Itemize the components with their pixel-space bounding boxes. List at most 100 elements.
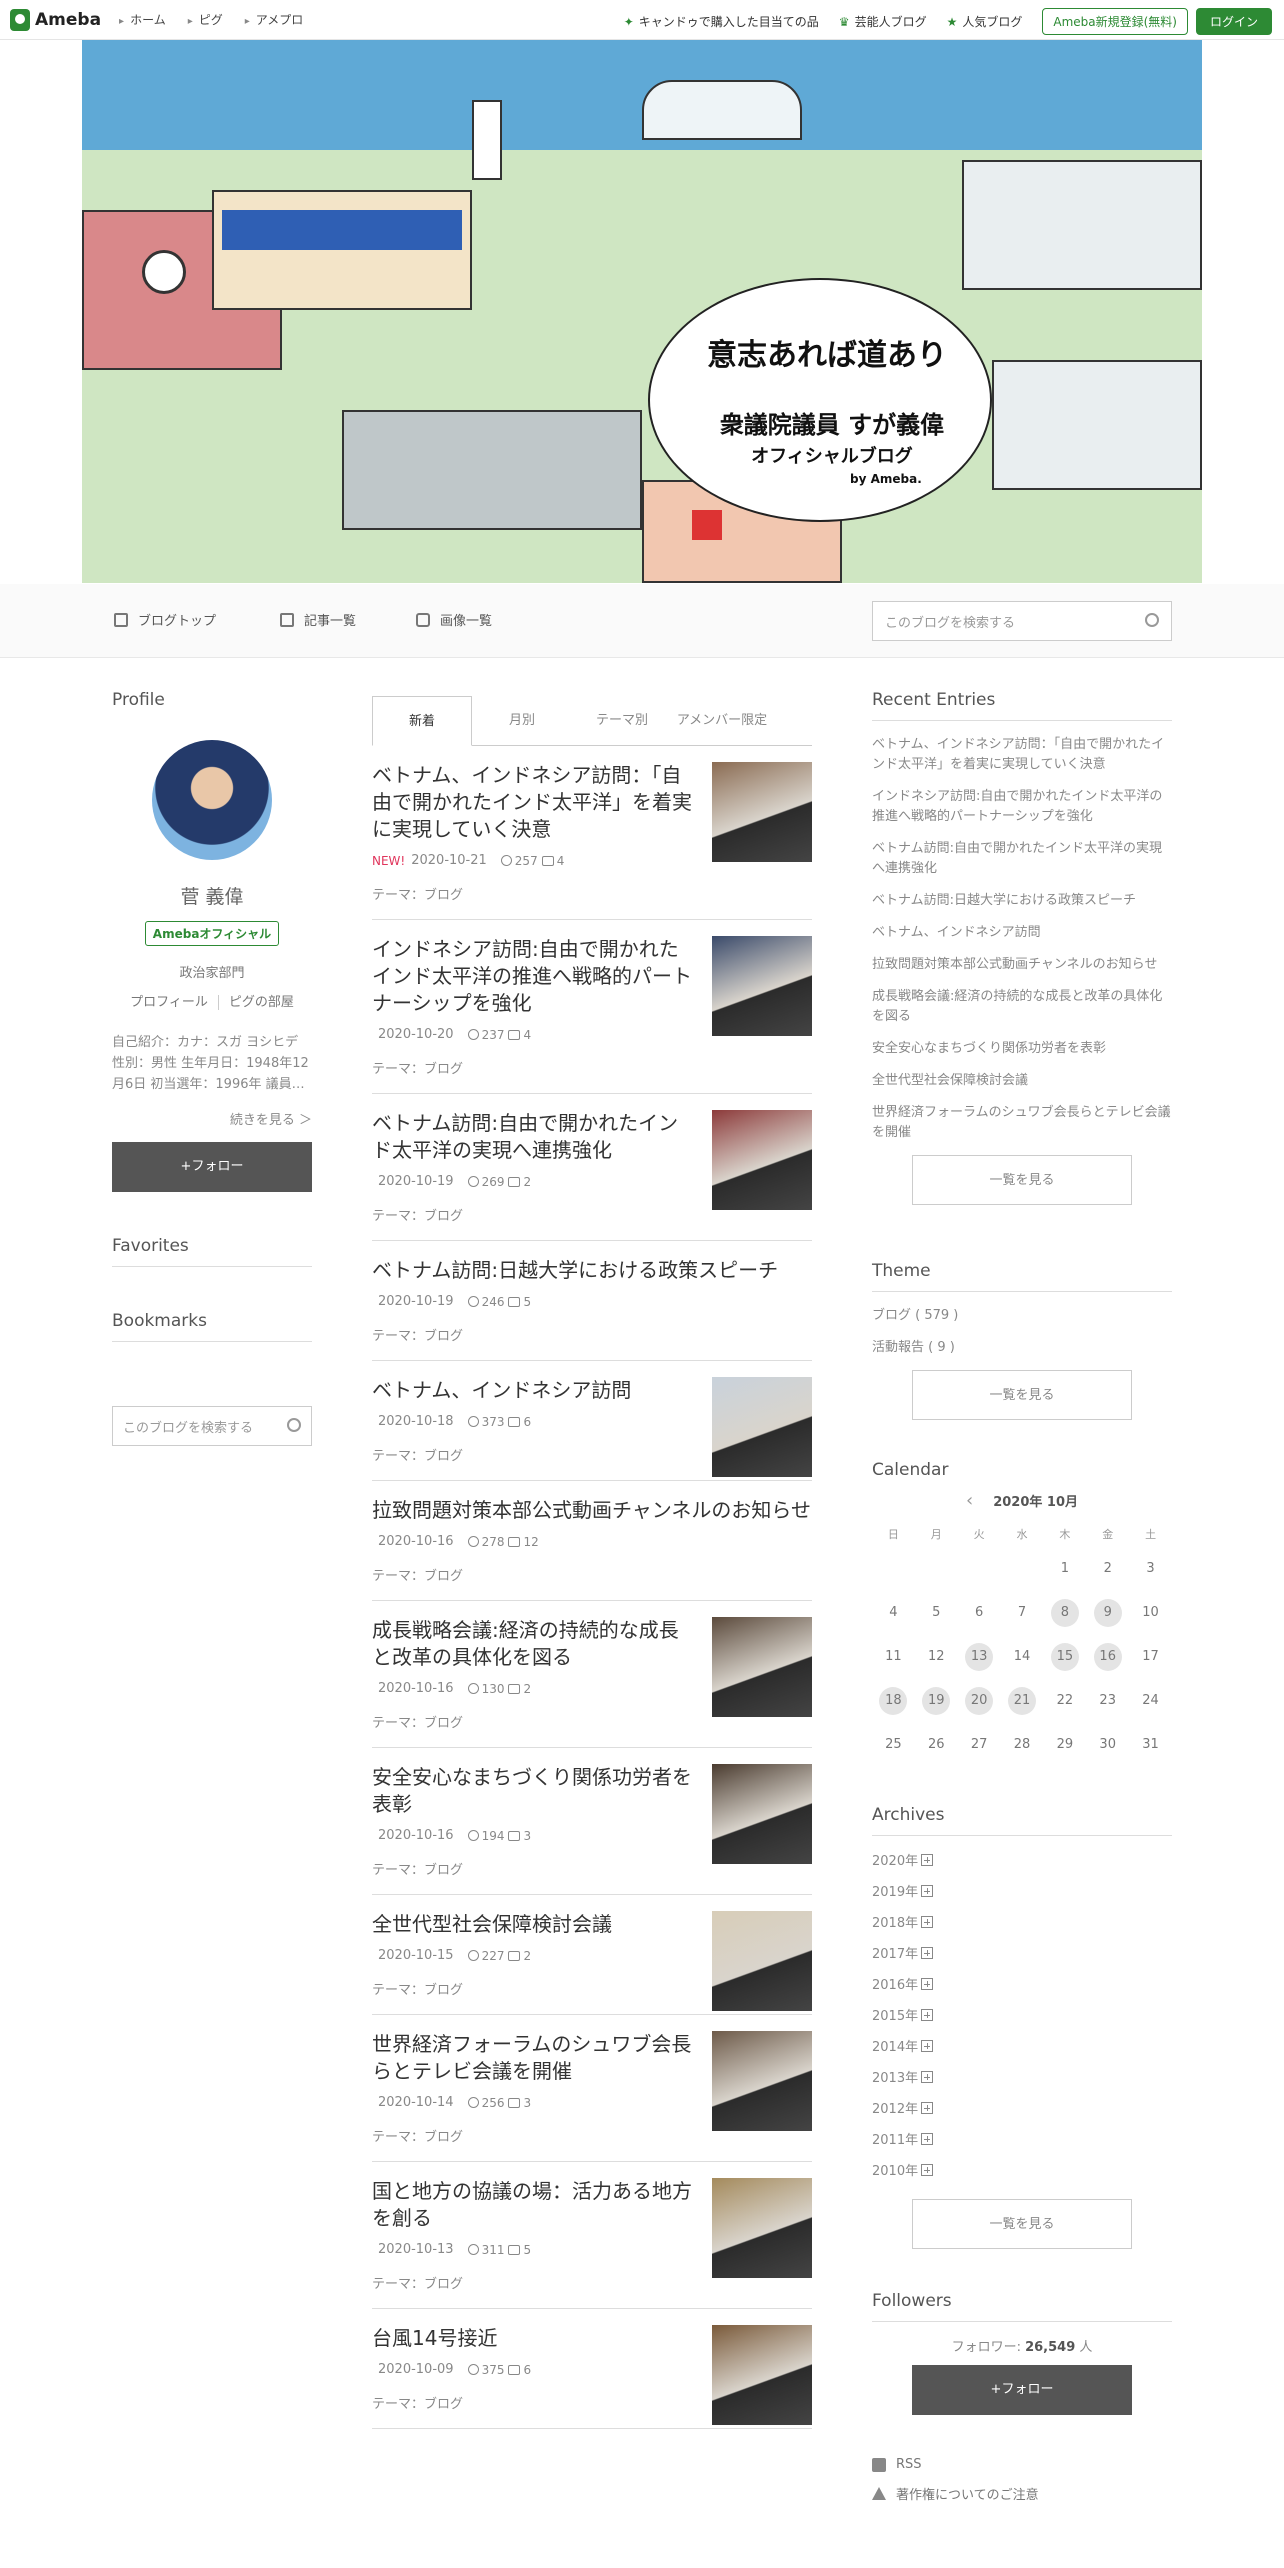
entry-title[interactable]: ベトナム、インドネシア訪問：「自由で開かれたインド太平洋」を着実に実現していく決… xyxy=(372,762,697,843)
entry-thumbnail[interactable] xyxy=(712,936,812,1036)
theme-list-button[interactable]: 一覧を見る xyxy=(912,1370,1132,1420)
expand-plus-icon[interactable] xyxy=(921,2101,934,2114)
entry-item[interactable]: ベトナム訪問:日越大学における政策スピーチ 2020-10-19 246 5 テーマ：ブ… xyxy=(372,1241,812,1361)
archive-year[interactable]: 2014年 xyxy=(872,2030,1172,2061)
tab-monthly[interactable]: 月別 xyxy=(472,696,572,745)
expand-plus-icon[interactable] xyxy=(921,1946,934,1959)
expand-plus-icon[interactable] xyxy=(921,2163,934,2176)
entry-item[interactable]: ベトナム訪問:自由で開かれたインド太平洋の実現へ連携強化 2020-10-19 26… xyxy=(372,1094,812,1241)
archive-year-label[interactable]: 2010年 xyxy=(872,2160,918,2179)
entry-title[interactable]: 全世代型社会保障検討会議 xyxy=(372,1911,697,1938)
archive-year[interactable]: 2015年 xyxy=(872,1999,1172,2030)
expand-plus-icon[interactable] xyxy=(921,2132,934,2145)
entry-title[interactable]: 安全安心なまちづくり関係功労者を表彰 xyxy=(372,1764,697,1818)
archive-year-label[interactable]: 2011年 xyxy=(872,2129,918,2148)
calendar-day-number[interactable]: 15 xyxy=(1050,1643,1079,1671)
copyright-link[interactable]: 著作権についてのご注意 xyxy=(872,2484,1172,2503)
image-list-link[interactable]: 画像一覧 xyxy=(416,610,492,629)
theme-link[interactable]: 活動報告 ( 9 ) xyxy=(872,1338,1172,1358)
profile-name[interactable]: 菅 義偉 xyxy=(112,882,312,909)
theme-link[interactable]: ブログ ( 579 ) xyxy=(872,1306,1172,1326)
promo-link-2[interactable]: ♛ 芸能人ブログ xyxy=(839,13,927,30)
entry-thumbnail[interactable] xyxy=(712,1617,812,1717)
recent-entry-link[interactable]: 拉致問題対策本部公式動画チャンネルのお知らせ xyxy=(872,955,1172,975)
calendar-day-number[interactable]: 18 xyxy=(879,1687,908,1715)
read-more-link[interactable]: 続きを見る ＞ xyxy=(112,1109,312,1128)
archive-year[interactable]: 2020年 xyxy=(872,1844,1172,1875)
expand-plus-icon[interactable] xyxy=(921,2070,934,2083)
entry-thumbnail[interactable] xyxy=(712,2325,812,2425)
promo-link-1[interactable]: ✦ キャンドゥで購入した目当ての品 xyxy=(624,13,819,30)
archive-year-label[interactable]: 2020年 xyxy=(872,1850,918,1869)
entry-item[interactable]: ベトナム、インドネシア訪問 2020-10-18 373 6 テーマ：ブログ xyxy=(372,1361,812,1481)
expand-plus-icon[interactable] xyxy=(921,1884,934,1897)
login-button[interactable]: ログイン xyxy=(1195,8,1272,35)
entry-thumbnail[interactable] xyxy=(712,1911,812,2011)
blog-top-link[interactable]: ブログトップ xyxy=(114,610,216,629)
archive-year-label[interactable]: 2015年 xyxy=(872,2005,918,2024)
ameba-logo[interactable]: Ameba xyxy=(10,8,101,31)
calendar-day[interactable]: 18 xyxy=(872,1687,915,1731)
profile-dept[interactable]: 政治家部門 xyxy=(112,962,312,981)
calendar-day-number[interactable]: 13 xyxy=(965,1643,994,1671)
recent-entry-link[interactable]: ベトナム、インドネシア訪問：「自由で開かれたインド太平洋」を着実に実現していく決… xyxy=(872,735,1172,775)
calendar-day-number[interactable]: 20 xyxy=(965,1687,994,1715)
avatar[interactable] xyxy=(152,740,272,860)
official-badge[interactable]: Amebaオフィシャル xyxy=(145,921,279,946)
profile-link[interactable]: プロフィール xyxy=(130,995,208,1010)
chevron-left-icon[interactable]: ‹ xyxy=(966,1490,973,1511)
archive-year[interactable]: 2010年 xyxy=(872,2154,1172,2185)
tab-new[interactable]: 新着 xyxy=(372,696,472,746)
entry-thumbnail[interactable] xyxy=(712,1377,812,1477)
expand-plus-icon[interactable] xyxy=(921,1977,934,1990)
recent-entry-link[interactable]: ベトナム訪問:自由で開かれたインド太平洋の実現へ連携強化 xyxy=(872,839,1172,879)
archive-year[interactable]: 2016年 xyxy=(872,1968,1172,1999)
recent-entry-link[interactable]: 全世代型社会保障検討会議 xyxy=(872,1071,1172,1091)
entry-thumbnail[interactable] xyxy=(712,1764,812,1864)
entry-theme[interactable]: テーマ：ブログ xyxy=(372,1565,812,1584)
calendar-day-number[interactable]: 21 xyxy=(1007,1687,1036,1715)
recent-entry-link[interactable]: 世界経済フォーラムのシュワブ会長らとテレビ会議を開催 xyxy=(872,1103,1172,1143)
calendar-day[interactable]: 16 xyxy=(1086,1643,1129,1687)
followers-follow-button[interactable]: +フォロー xyxy=(912,2365,1132,2415)
entry-item[interactable]: ベトナム、インドネシア訪問：「自由で開かれたインド太平洋」を着実に実現していく決… xyxy=(372,746,812,920)
register-button[interactable]: Ameba新規登録(無料) xyxy=(1042,8,1188,35)
archive-year[interactable]: 2018年 xyxy=(872,1906,1172,1937)
nav-pigg[interactable]: ピグ xyxy=(188,11,223,28)
follow-button[interactable]: +フォロー xyxy=(112,1142,312,1192)
archives-list-button[interactable]: 一覧を見る xyxy=(912,2199,1132,2249)
expand-plus-icon[interactable] xyxy=(921,2008,934,2021)
entry-title[interactable]: ベトナム訪問:日越大学における政策スピーチ xyxy=(372,1257,812,1284)
archive-year-label[interactable]: 2017年 xyxy=(872,1943,918,1962)
calendar-day-number[interactable]: 19 xyxy=(922,1687,951,1715)
nav-amepro[interactable]: アメプロ xyxy=(245,11,303,28)
archive-year-label[interactable]: 2013年 xyxy=(872,2067,918,2086)
pigg-room-link[interactable]: ピグの部屋 xyxy=(217,995,294,1010)
entry-thumbnail[interactable] xyxy=(712,2178,812,2278)
calendar-day-number[interactable]: 16 xyxy=(1093,1643,1122,1671)
tab-theme[interactable]: テーマ別 xyxy=(572,696,672,745)
entry-title[interactable]: ベトナム訪問:自由で開かれたインド太平洋の実現へ連携強化 xyxy=(372,1110,697,1164)
calendar-day[interactable]: 20 xyxy=(958,1687,1001,1731)
recent-list-button[interactable]: 一覧を見る xyxy=(912,1155,1132,1205)
entry-title[interactable]: インドネシア訪問:自由で開かれたインド太平洋の推進へ戦略的パートナーシップを強化 xyxy=(372,936,697,1017)
entry-thumbnail[interactable] xyxy=(712,1110,812,1210)
recent-entry-link[interactable]: ベトナム訪問:日越大学における政策スピーチ xyxy=(872,891,1172,911)
entry-list-link[interactable]: 記事一覧 xyxy=(280,610,356,629)
archive-year[interactable]: 2012年 xyxy=(872,2092,1172,2123)
archive-year[interactable]: 2019年 xyxy=(872,1875,1172,1906)
archive-year-label[interactable]: 2019年 xyxy=(872,1881,918,1900)
calendar-day-number[interactable]: 9 xyxy=(1093,1599,1122,1627)
promo-link-3[interactable]: ★ 人気ブログ xyxy=(947,13,1023,30)
archive-year-label[interactable]: 2018年 xyxy=(872,1912,918,1931)
archive-year[interactable]: 2011年 xyxy=(872,2123,1172,2154)
entry-thumbnail[interactable] xyxy=(712,2031,812,2131)
archive-year[interactable]: 2013年 xyxy=(872,2061,1172,2092)
entry-item[interactable]: 国と地方の協議の場：活力ある地方を創る 2020-10-13 311 5 テーマ：ブログ xyxy=(372,2162,812,2309)
entry-title[interactable]: 成長戦略会議:経済の持続的な成長と改革の具体化を図る xyxy=(372,1617,697,1671)
blog-search-input[interactable]: このブログを検索する xyxy=(872,601,1172,641)
calendar-day[interactable]: 21 xyxy=(1001,1687,1044,1731)
entry-title[interactable]: 台風14号接近 xyxy=(372,2325,697,2352)
rss-link[interactable]: RSS xyxy=(872,2457,1172,2472)
entry-theme[interactable]: テーマ：ブログ xyxy=(372,884,812,903)
